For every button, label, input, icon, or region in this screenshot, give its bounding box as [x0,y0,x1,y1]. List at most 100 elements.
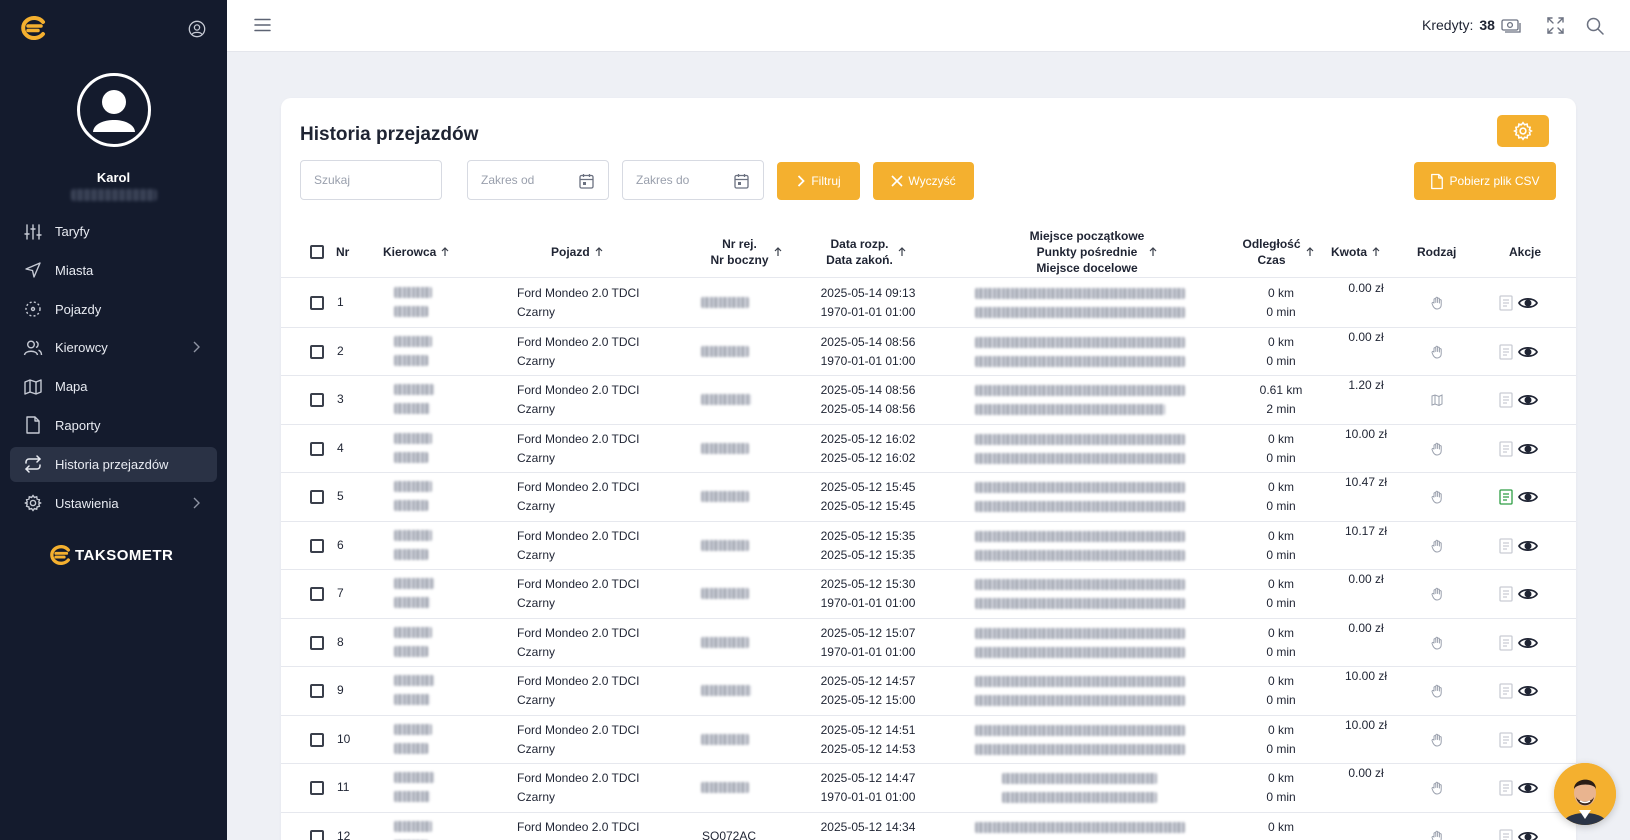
row-checkbox[interactable] [310,684,324,698]
start-date: 2025-05-14 09:13 [820,286,916,300]
table-row[interactable]: 12 Ford Mondeo 2.0 TDCI SO072AC 2025-05-12 … [281,813,1576,840]
sidebar-item-kierowcy[interactable]: Kierowcy [10,330,217,365]
dates-cell: 2025-05-12 14:47 1970-01-01 01:00 [808,769,928,807]
receipt-icon[interactable] [1499,828,1513,840]
support-chat-avatar[interactable] [1554,763,1616,825]
row-checkbox[interactable] [310,296,324,310]
header-places[interactable]: Miejsce początkowe Punkty pośrednie Miej… [1011,228,1176,276]
receipt-icon[interactable] [1499,295,1513,311]
row-checkbox[interactable] [310,587,324,601]
sidebar-item-ustawienia[interactable]: Ustawienia [10,486,217,521]
table-row[interactable]: 11 Ford Mondeo 2.0 TDCI Czarny 2025-05-12 1… [281,764,1576,813]
table-row[interactable]: 10 Ford Mondeo 2.0 TDCI Czarny 2025-05-12 1… [281,716,1576,764]
table-row[interactable]: 8 Ford Mondeo 2.0 TDCI Czarny 2025-05-12 15… [281,619,1576,667]
view-eye-icon[interactable] [1518,345,1538,359]
download-csv-button[interactable]: Pobierz plik CSV [1414,162,1556,200]
sidebar-item-taryfy[interactable]: Taryfy [10,214,217,249]
header-dates[interactable]: Data rozp. Data zakoń. [811,236,921,268]
row-nr: 11 [337,780,350,794]
driver-name-blurred [394,675,434,705]
sidebar-item-miasta[interactable]: Miasta [10,253,217,288]
view-eye-icon[interactable] [1518,442,1538,456]
sidebar-item-pojazdy[interactable]: Pojazdy [10,292,217,327]
row-checkbox[interactable] [310,732,324,747]
dates-cell: 2025-05-12 14:57 2025-05-12 15:00 [808,672,928,710]
row-checkbox[interactable] [310,393,324,407]
receipt-icon[interactable] [1499,780,1513,796]
row-checkbox[interactable] [310,829,324,840]
header-driver[interactable]: Kierowca [383,244,449,260]
table-row[interactable]: 5 Ford Mondeo 2.0 TDCI Czarny 2025-05-12 15… [281,473,1576,522]
vehicle-cell: Ford Mondeo 2.0 TDCI Czarny [517,527,640,565]
view-eye-icon[interactable] [1518,539,1538,553]
user-circle-icon[interactable] [188,20,206,38]
view-eye-icon[interactable] [1518,684,1538,698]
view-eye-icon[interactable] [1518,781,1538,795]
map-icon [23,377,43,397]
user-avatar-icon [93,90,135,132]
hamburger-menu-icon[interactable] [254,18,271,32]
receipt-icon[interactable] [1499,392,1513,408]
filter-button[interactable]: Filtruj [777,162,860,200]
sidebar-item-historia-przejazdow[interactable]: Historia przejazdów [10,446,217,482]
search-icon[interactable] [1586,17,1604,35]
fullscreen-icon[interactable] [1547,17,1564,34]
clear-button[interactable]: Wyczyść [873,162,974,200]
receipt-icon[interactable] [1499,634,1513,651]
row-checkbox[interactable] [310,490,324,504]
distance: 0 km [1267,334,1294,349]
table-row[interactable]: 2 Ford Mondeo 2.0 TDCI Czarny 2025-05-14 08… [281,328,1576,376]
hand-kind-icon [1431,490,1442,504]
dates-cell: 2025-05-12 14:34 [808,818,928,837]
row-checkbox[interactable] [310,635,324,650]
receipt-icon[interactable] [1499,683,1513,699]
calendar-icon[interactable] [579,173,594,189]
dates-cell: 2025-05-12 15:45 2025-05-12 15:45 [808,478,928,516]
table-row[interactable]: 7 Ford Mondeo 2.0 TDCI Czarny 2025-05-12 15… [281,570,1576,619]
receipt-icon[interactable] [1499,537,1513,554]
row-checkbox[interactable] [310,538,324,553]
search-field[interactable] [300,160,442,200]
header-vehicle[interactable]: Pojazd [551,244,603,260]
receipt-icon[interactable] [1499,343,1513,360]
header-registration[interactable]: Nr rej. Nr boczny [691,236,801,268]
vehicle-model: Ford Mondeo 2.0 TDCI [517,480,640,494]
sidebar-item-label: Raporty [55,417,101,433]
sidebar-item-mapa[interactable]: Mapa [10,369,217,404]
view-eye-icon[interactable] [1518,830,1538,840]
table-row[interactable]: 9 Ford Mondeo 2.0 TDCI Czarny 2025-05-12 14… [281,667,1576,716]
table-row[interactable]: 1 Ford Mondeo 2.0 TDCI Czarny 2025-05-14 09… [281,279,1576,328]
calendar-icon[interactable] [734,173,749,189]
select-all-checkbox[interactable] [310,245,324,259]
receipt-icon[interactable] [1499,731,1513,748]
table-settings-button[interactable] [1497,115,1549,147]
view-eye-icon[interactable] [1518,490,1538,504]
date-to-field[interactable] [622,160,764,200]
start-date: 2025-05-12 15:30 [820,577,916,591]
sort-arrow-icon [774,247,781,256]
row-checkbox[interactable] [310,344,324,359]
header-distance-time[interactable]: Odległość Czas [1237,236,1319,268]
search-input[interactable] [314,173,441,187]
credits-value: 38 [1479,17,1495,33]
date-from-field[interactable] [467,160,609,200]
table-row[interactable]: 3 Ford Mondeo 2.0 TDCI Czarny 2025-05-14 08… [281,376,1576,425]
distance-time-cell: 0 km 0 min [1241,284,1321,322]
view-eye-icon[interactable] [1518,733,1538,747]
sidebar-item-raporty[interactable]: Raporty [10,408,217,443]
sort-arrow-icon [441,247,449,256]
receipt-icon[interactable] [1499,586,1513,602]
view-eye-icon[interactable] [1518,587,1538,601]
places-blurred [1002,773,1157,803]
receipt-icon[interactable] [1499,440,1513,457]
table-row[interactable]: 4 Ford Mondeo 2.0 TDCI Czarny 2025-05-12 16… [281,425,1576,473]
row-checkbox[interactable] [310,441,324,456]
header-amount[interactable]: Kwota [1331,244,1380,260]
row-checkbox[interactable] [310,781,324,795]
view-eye-icon[interactable] [1518,636,1538,650]
receipt-active-icon[interactable] [1499,489,1513,505]
view-eye-icon[interactable] [1518,296,1538,310]
view-eye-icon[interactable] [1518,393,1538,407]
logo-icon[interactable] [19,16,47,40]
table-row[interactable]: 6 Ford Mondeo 2.0 TDCI Czarny 2025-05-12 15… [281,522,1576,570]
